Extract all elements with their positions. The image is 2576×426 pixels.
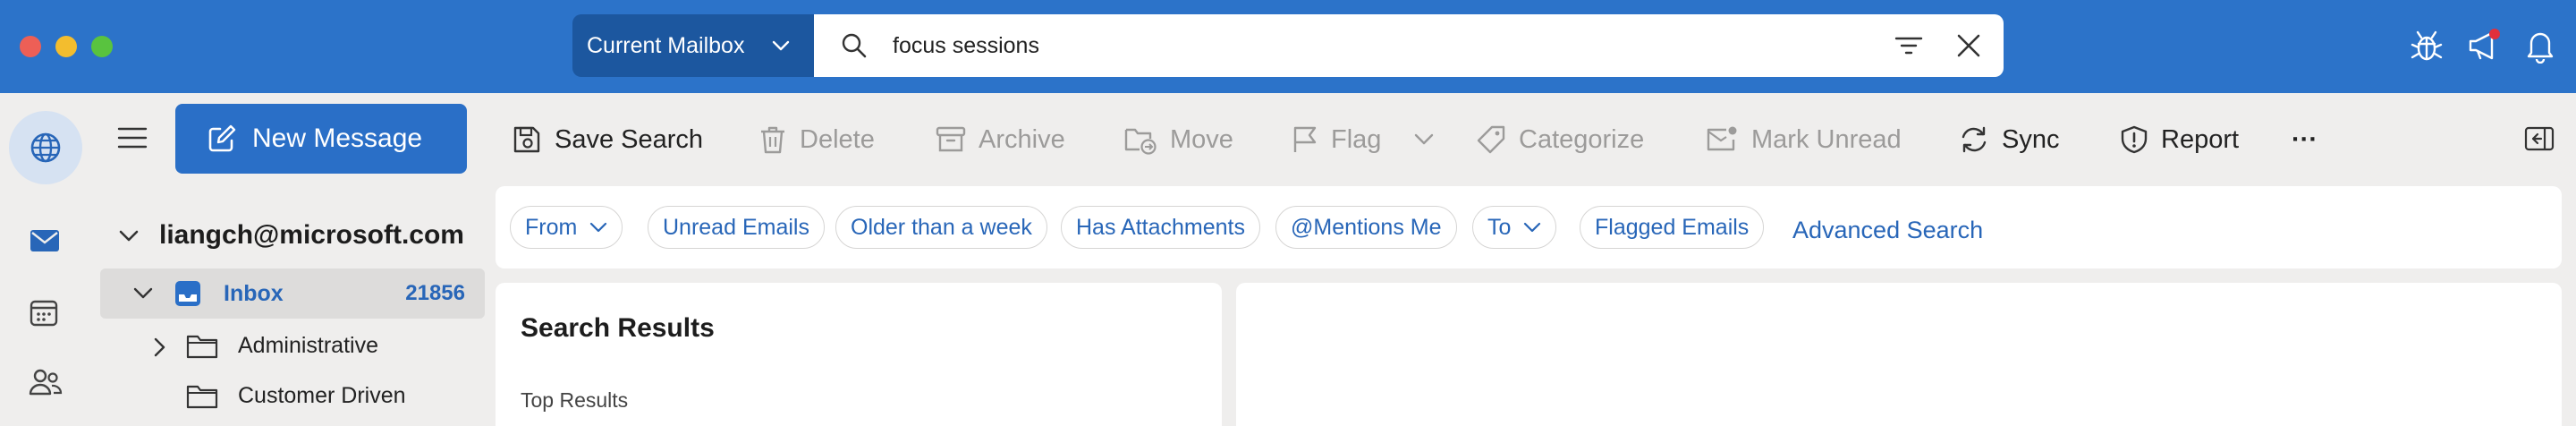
filter-flagged-emails[interactable]: Flagged Emails — [1580, 206, 1765, 249]
search-results-title: Search Results — [521, 313, 715, 343]
flag-icon — [1293, 126, 1317, 152]
filter-mentions-me[interactable]: @Mentions Me — [1275, 206, 1457, 249]
flag-button[interactable]: Flag — [1292, 113, 1381, 166]
move-folder-icon — [1124, 128, 1157, 155]
trash-icon — [761, 126, 784, 154]
account-header[interactable]: liangch@microsoft.com — [119, 220, 464, 251]
folder-item-administrative[interactable]: Administrative — [100, 322, 485, 369]
new-message-label: New Message — [252, 124, 423, 153]
advanced-search-link[interactable]: Advanced Search — [1792, 217, 1983, 244]
save-icon — [513, 126, 540, 153]
close-window-button[interactable] — [20, 36, 41, 57]
search-input[interactable] — [893, 30, 1787, 61]
menu-icon[interactable] — [116, 125, 148, 150]
archive-button[interactable]: Archive — [936, 113, 1065, 166]
bug-icon[interactable] — [2410, 28, 2444, 64]
filter-older-than-week[interactable]: Older than a week — [835, 206, 1047, 249]
search-icon — [842, 33, 867, 58]
search-results-pane: Search Results Top Results — [496, 283, 1222, 426]
folder-label: Inbox — [224, 281, 284, 306]
chevron-down-icon[interactable] — [132, 285, 154, 302]
people-icon[interactable] — [29, 367, 63, 397]
folder-icon — [186, 335, 218, 359]
report-button[interactable]: Report — [2120, 113, 2239, 166]
rail-item-globe[interactable] — [9, 111, 82, 184]
unread-mail-icon — [1707, 126, 1737, 151]
inbox-icon — [175, 281, 200, 306]
folder-item-inbox[interactable]: Inbox 21856 — [100, 268, 485, 319]
delete-button[interactable]: Delete — [758, 113, 875, 166]
globe-icon — [30, 132, 61, 163]
mail-icon[interactable] — [29, 227, 61, 254]
filter-unread-emails[interactable]: Unread Emails — [648, 206, 825, 249]
folder-item-customer-driven[interactable]: Customer Driven — [100, 372, 485, 419]
folder-label: Customer Driven — [238, 383, 406, 408]
calendar-icon[interactable] — [29, 297, 59, 328]
save-search-button[interactable]: Save Search — [512, 113, 703, 166]
chevron-down-icon — [772, 40, 790, 51]
bell-icon[interactable] — [2524, 28, 2556, 64]
top-results-heading: Top Results — [521, 388, 629, 412]
unread-count-badge: 21856 — [405, 281, 465, 305]
filter-has-attachments[interactable]: Has Attachments — [1061, 206, 1260, 249]
archive-icon — [936, 126, 966, 152]
account-email: liangch@microsoft.com — [159, 220, 464, 250]
move-button[interactable]: Move — [1123, 113, 1233, 166]
reading-pane — [1236, 283, 2562, 426]
folder-icon — [186, 385, 218, 409]
zoom-window-button[interactable] — [91, 36, 113, 57]
filter-icon[interactable] — [1894, 33, 1923, 58]
categorize-button[interactable]: Categorize — [1476, 113, 1644, 166]
title-bar: Current Mailbox — [0, 0, 2576, 93]
mark-unread-button[interactable]: Mark Unread — [1705, 113, 1902, 166]
collapse-pane-icon[interactable] — [2524, 125, 2555, 152]
tag-icon — [1477, 125, 1505, 154]
sync-icon — [1962, 126, 1987, 153]
search-filter-bar: From Unread Emails Older than a week Has… — [496, 186, 2562, 268]
minimize-window-button[interactable] — [55, 36, 77, 57]
chevron-down-icon — [590, 222, 607, 233]
app-rail — [0, 93, 89, 426]
chevron-down-icon — [1524, 222, 1541, 233]
flag-dropdown-icon[interactable] — [1413, 131, 1435, 149]
more-options-button[interactable]: ··· — [2292, 113, 2318, 166]
compose-icon — [208, 124, 236, 152]
filter-from[interactable]: From — [510, 206, 623, 249]
search-box — [814, 14, 2004, 77]
chevron-down-icon — [119, 230, 139, 242]
megaphone-icon[interactable] — [2467, 28, 2504, 64]
new-message-button[interactable]: New Message — [175, 104, 467, 174]
sync-button[interactable]: Sync — [1959, 113, 2059, 166]
search-scope-dropdown[interactable]: Current Mailbox — [572, 14, 814, 77]
search-scope-label: Current Mailbox — [587, 32, 745, 58]
folder-label: Administrative — [238, 333, 378, 358]
filter-to[interactable]: To — [1472, 206, 1557, 249]
shield-alert-icon — [2121, 125, 2148, 154]
chevron-right-icon[interactable] — [150, 337, 168, 358]
more-icon: ··· — [2292, 124, 2318, 154]
close-icon[interactable] — [1955, 32, 1982, 59]
